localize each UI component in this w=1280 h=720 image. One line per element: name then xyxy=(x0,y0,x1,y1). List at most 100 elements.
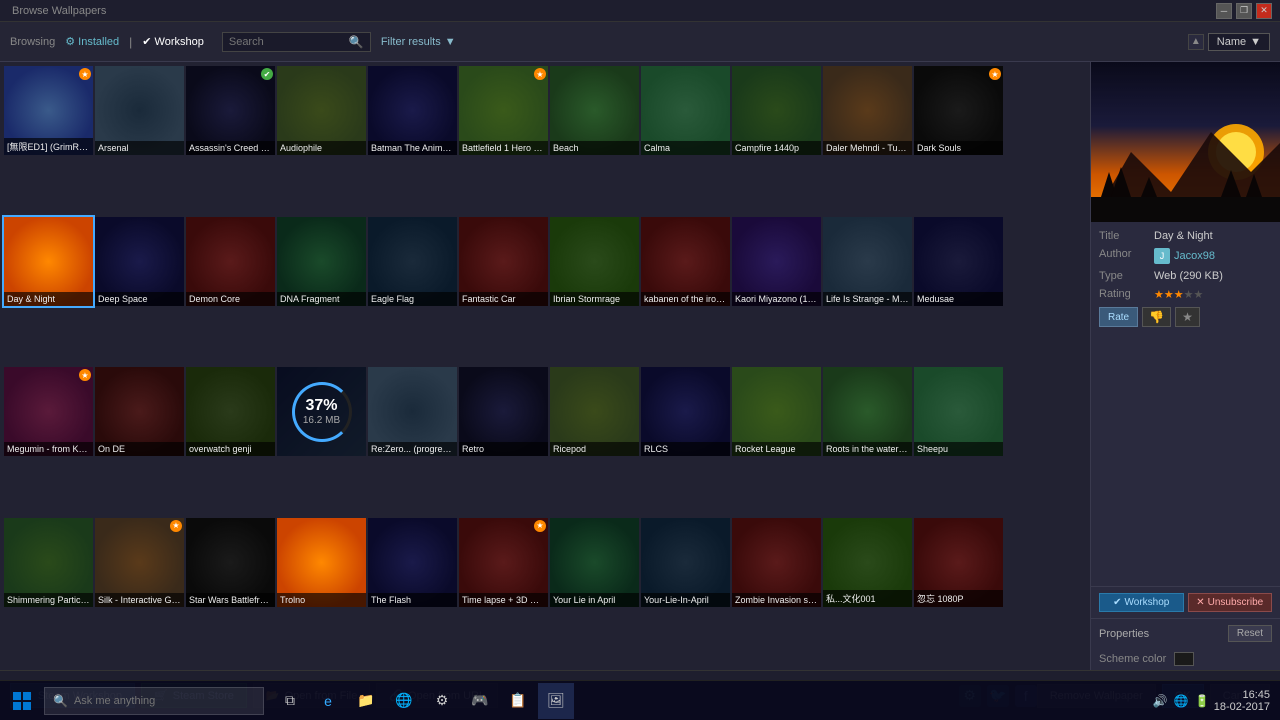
wallpaper-engine-icon[interactable]: 🖼 xyxy=(538,683,574,719)
wallpaper-thumb[interactable]: Deep Space xyxy=(95,217,184,306)
wallpaper-thumb[interactable]: RLCS xyxy=(641,367,730,456)
wallpaper-thumb[interactable]: Batman The Animated Series (With Lightni… xyxy=(368,66,457,155)
wallpaper-thumb[interactable]: Ricepod xyxy=(550,367,639,456)
search-input[interactable] xyxy=(229,36,349,48)
wallpaper-thumb[interactable]: overwatch genji xyxy=(186,367,275,456)
wallpaper-thumb[interactable]: Calma xyxy=(641,66,730,155)
workshop-link[interactable]: ✔ Workshop xyxy=(142,35,204,48)
collapse-button[interactable]: ▲ xyxy=(1188,34,1204,50)
wallpaper-label: Kaori Miyazono (1080 - The Falling Sno..… xyxy=(732,292,821,306)
wallpaper-thumb[interactable]: Day & Night xyxy=(4,217,93,306)
wallpaper-thumb[interactable]: 忽忘 1080P xyxy=(914,518,1003,607)
wallpaper-thumb[interactable]: Dark Souls ★ xyxy=(914,66,1003,155)
wallpaper-label: Ibrian Stormrage xyxy=(550,292,639,306)
wallpaper-thumb[interactable]: The Flash xyxy=(368,518,457,607)
wallpaper-thumb[interactable]: Battlefield 1 Hero and Zeppelin (No Musi… xyxy=(459,66,548,155)
wallpaper-thumb[interactable]: Zombie Invasion section 3 (HQ) xyxy=(732,518,821,607)
chrome-icon[interactable]: 🌐 xyxy=(386,683,422,719)
wallpaper-label: Silk - Interactive Generative Art xyxy=(95,593,184,607)
wallpaper-thumb[interactable]: Silk - Interactive Generative Art★ xyxy=(95,518,184,607)
wallpaper-thumb[interactable]: On DE xyxy=(95,367,184,456)
wallpaper-thumb[interactable]: Your-Lie-In-April xyxy=(641,518,730,607)
rating-label: Rating xyxy=(1099,288,1154,301)
wallpaper-label: Life Is Strange - Max in the school gard… xyxy=(823,292,912,306)
wallpaper-thumb[interactable]: Star Wars Battlefront Darth Vader Endor … xyxy=(186,518,275,607)
wallpaper-thumb[interactable]: [無限ED1] (GrimReminder Remix)★ xyxy=(4,66,93,155)
close-button[interactable]: ✕ xyxy=(1256,3,1272,19)
wallpaper-thumb[interactable]: Kaori Miyazono (1080 - The Falling Sno..… xyxy=(732,217,821,306)
filter-label: Filter results xyxy=(381,36,441,48)
wallpaper-label: Star Wars Battlefront Darth Vader Endor … xyxy=(186,593,275,607)
rate-button[interactable]: Rate xyxy=(1099,307,1138,327)
wallpaper-thumb[interactable]: Megumin - from KonoSuba 1080p ★ xyxy=(4,367,93,456)
type-value: Web (290 KB) xyxy=(1154,270,1272,282)
star-badge: ★ xyxy=(79,68,91,80)
wallpaper-thumb[interactable]: Assassin's Creed Syndicate LOGO✔ xyxy=(186,66,275,155)
author-avatar: J xyxy=(1154,248,1170,264)
workshop-button[interactable]: ✔ Workshop xyxy=(1099,593,1184,612)
wallpaper-thumb[interactable]: DNA Fragment xyxy=(277,217,366,306)
taskbar-search-input[interactable] xyxy=(74,695,234,707)
filter-button[interactable]: Filter results ▼ xyxy=(381,36,456,48)
wallpaper-thumb[interactable]: Your Lie in April xyxy=(550,518,639,607)
sort-select[interactable]: Name ▼ xyxy=(1208,33,1270,51)
wallpaper-label: On DE xyxy=(95,442,184,456)
tray-icons: 🔊 🌐 🔋 xyxy=(1153,694,1210,708)
app4-icon[interactable]: ⚙ xyxy=(424,683,460,719)
app6-icon[interactable]: 📋 xyxy=(500,683,536,719)
wallpaper-thumb[interactable]: Life Is Strange - Max in the school gard… xyxy=(823,217,912,306)
wallpaper-thumb[interactable]: Eagle Flag xyxy=(368,217,457,306)
wallpaper-thumb[interactable]: Demon Core xyxy=(186,217,275,306)
installed-link[interactable]: ⚙ Installed xyxy=(65,35,119,48)
favorite-button[interactable]: ★ xyxy=(1175,307,1200,327)
wallpaper-label: Fantastic Car xyxy=(459,292,548,306)
workshop-label: Workshop xyxy=(1125,597,1170,608)
color-swatch[interactable] xyxy=(1174,652,1194,666)
wallpaper-thumb[interactable]: Arsenal xyxy=(95,66,184,155)
task-view-icon[interactable]: ⧉ xyxy=(272,683,308,719)
wallpaper-thumb[interactable]: kabanen of the iron fortress-mumai (1080… xyxy=(641,217,730,306)
star-badge: ★ xyxy=(79,369,91,381)
star-badge: ★ xyxy=(534,520,546,532)
wallpaper-thumb[interactable]: Ibrian Stormrage xyxy=(550,217,639,306)
wallpaper-thumb[interactable]: 私...文化001 xyxy=(823,518,912,607)
author-name[interactable]: Jacox98 xyxy=(1174,250,1215,262)
wallpaper-thumb[interactable]: Time lapse + 3D Digital Clock★ xyxy=(459,518,548,607)
wallpaper-thumb[interactable]: Fantastic Car xyxy=(459,217,548,306)
explorer-icon[interactable]: 📁 xyxy=(348,683,384,719)
app5-icon[interactable]: 🎮 xyxy=(462,683,498,719)
wallpaper-thumb[interactable]: Shimmering Particles xyxy=(4,518,93,607)
unsubscribe-button[interactable]: ✕ Unsubscribe xyxy=(1188,593,1273,612)
wallpaper-label: Megumin - from KonoSuba 1080p xyxy=(4,442,93,456)
check-badge: ✔ xyxy=(261,68,273,80)
wallpaper-thumb[interactable]: Medusae xyxy=(914,217,1003,306)
titlebar-controls: ─ ❐ ✕ xyxy=(1216,3,1272,19)
wallpaper-label: Day & Night xyxy=(4,292,93,306)
wallpaper-thumb[interactable]: Rocket League xyxy=(732,367,821,456)
edge-icon[interactable]: e xyxy=(310,683,346,719)
thumbdown-button[interactable]: 👎 xyxy=(1142,307,1171,327)
star-badge: ★ xyxy=(989,68,1001,80)
wallpaper-label: Roots in the water - 4K xyxy=(823,442,912,456)
wallpaper-thumb[interactable]: Campfire 1440p xyxy=(732,66,821,155)
wallpaper-thumb[interactable]: 37% 16.2 MB xyxy=(277,367,366,456)
wallpaper-label: Zombie Invasion section 3 (HQ) xyxy=(732,593,821,607)
search-icon: 🔍 xyxy=(53,694,68,708)
minimize-button[interactable]: ─ xyxy=(1216,3,1232,19)
wallpaper-thumb[interactable]: Retro xyxy=(459,367,548,456)
sort-label: Name xyxy=(1217,36,1246,48)
wallpaper-thumb[interactable]: Roots in the water - 4K xyxy=(823,367,912,456)
wallpaper-thumb[interactable]: Beach xyxy=(550,66,639,155)
wallpaper-label: Dark Souls xyxy=(914,141,1003,155)
right-panel: Title Day & Night Author J Jacox98 Type … xyxy=(1090,62,1280,670)
wallpaper-thumb[interactable]: Re:Zero... (progress) xyxy=(368,367,457,456)
wallpaper-thumb[interactable]: Audiophile xyxy=(277,66,366,155)
titlebar-title: Browse Wallpapers xyxy=(8,5,106,17)
start-button[interactable] xyxy=(4,683,40,719)
wallpaper-label: Ricepod xyxy=(550,442,639,456)
restore-button[interactable]: ❐ xyxy=(1236,3,1252,19)
wallpaper-thumb[interactable]: Daler Mehndi - Tunak Tunak Tun xyxy=(823,66,912,155)
reset-button[interactable]: Reset xyxy=(1228,625,1272,642)
wallpaper-thumb[interactable]: Sheepu xyxy=(914,367,1003,456)
wallpaper-thumb[interactable]: Trolno xyxy=(277,518,366,607)
